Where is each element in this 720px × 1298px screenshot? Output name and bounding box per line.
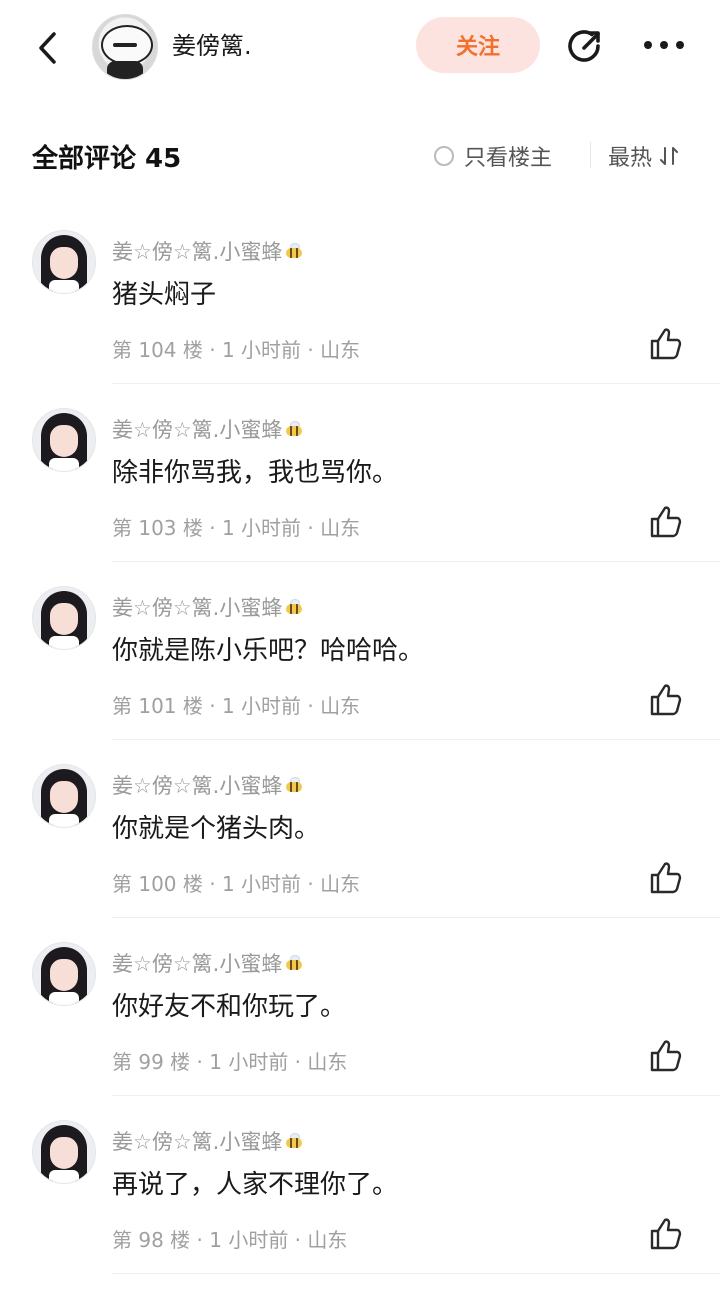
separator (112, 917, 720, 918)
more-dots-icon (644, 41, 684, 49)
commenter-avatar[interactable] (32, 1120, 96, 1184)
separator (112, 561, 720, 562)
bee-icon (284, 1133, 304, 1150)
username[interactable]: 姜傍篱. (172, 26, 252, 61)
comment-meta: 第 99 楼 · 1 小时前 · 山东 (112, 1050, 348, 1074)
bee-icon (284, 421, 304, 438)
comment-item: 姜☆傍☆篱.小蜜蜂 除非你骂我，我也骂你。 第 103 楼 · 1 小时前 · … (0, 408, 720, 586)
like-button[interactable] (648, 504, 684, 540)
thumbs-up-icon (650, 506, 682, 538)
top-bar: 姜傍篱. 关注 (0, 0, 720, 96)
comment-text: 你就是陈小乐吧？哈哈哈。 (112, 636, 425, 666)
avatar-face (50, 959, 78, 991)
comment-text: 你好友不和你玩了。 (112, 992, 347, 1022)
commenter-name: 姜☆傍☆篱.小蜜蜂 (112, 952, 283, 976)
bee-icon (284, 599, 304, 616)
share-button[interactable] (562, 24, 606, 68)
chevron-left-icon (39, 32, 56, 64)
avatar-face (50, 603, 78, 635)
commenter-name-row[interactable]: 姜☆傍☆篱.小蜜蜂 (112, 236, 304, 266)
sort-label: 最热 (608, 146, 653, 171)
bee-icon (284, 777, 304, 794)
commenter-name-row[interactable]: 姜☆傍☆篱.小蜜蜂 (112, 948, 304, 978)
comment-meta: 第 103 楼 · 1 小时前 · 山东 (112, 516, 361, 540)
separator (112, 383, 720, 384)
avatar-face (50, 425, 78, 457)
commenter-avatar[interactable] (32, 764, 96, 828)
avatar-shirt (49, 1170, 79, 1183)
comment-text: 猪头焖子 (112, 280, 217, 310)
comment-meta: 第 104 楼 · 1 小时前 · 山东 (112, 338, 361, 362)
commenter-name-row[interactable]: 姜☆傍☆篱.小蜜蜂 (112, 1126, 304, 1156)
avatar-shirt (49, 280, 79, 293)
bee-icon (284, 955, 304, 972)
comment-text: 再说了，人家不理你了。 (112, 1170, 399, 1200)
avatar-shirt (49, 814, 79, 827)
comment-meta: 第 101 楼 · 1 小时前 · 山东 (112, 694, 361, 718)
sort-icon (660, 147, 679, 165)
commenter-avatar[interactable] (32, 586, 96, 650)
divider (590, 142, 591, 168)
comments-header: 全部评论 45 只看楼主 最热 (0, 128, 720, 180)
comment-item: 姜☆傍☆篱.小蜜蜂 你就是陈小乐吧？哈哈哈。 第 101 楼 · 1 小时前 ·… (0, 586, 720, 764)
avatar-face (50, 781, 78, 813)
commenter-name: 姜☆傍☆篱.小蜜蜂 (112, 774, 283, 798)
thumbs-up-icon (650, 1040, 682, 1072)
back-button[interactable] (30, 28, 66, 68)
sort-button[interactable]: 最热 (608, 140, 679, 172)
thumbs-up-icon (650, 862, 682, 894)
commenter-name: 姜☆傍☆篱.小蜜蜂 (112, 240, 283, 264)
avatar-face (50, 247, 78, 279)
thumbs-up-icon (650, 1218, 682, 1250)
comment-item: 姜☆傍☆篱.小蜜蜂 再说了，人家不理你了。 第 98 楼 · 1 小时前 · 山… (0, 1120, 720, 1298)
like-button[interactable] (648, 1038, 684, 1074)
avatar-shirt (49, 636, 79, 649)
radio-icon (434, 146, 454, 166)
avatar-body (107, 61, 143, 79)
commenter-name-row[interactable]: 姜☆傍☆篱.小蜜蜂 (112, 770, 304, 800)
commenter-name-row[interactable]: 姜☆傍☆篱.小蜜蜂 (112, 592, 304, 622)
like-button[interactable] (648, 1216, 684, 1252)
like-button[interactable] (648, 326, 684, 362)
comment-text: 除非你骂我，我也骂你。 (112, 458, 399, 488)
commenter-avatar[interactable] (32, 942, 96, 1006)
separator (112, 1095, 720, 1096)
separator (112, 1273, 720, 1274)
share-icon (568, 30, 600, 62)
separator (112, 739, 720, 740)
comment-item: 姜☆傍☆篱.小蜜蜂 你就是个猪头肉。 第 100 楼 · 1 小时前 · 山东 (0, 764, 720, 942)
avatar-shirt (49, 992, 79, 1005)
commenter-name-row[interactable]: 姜☆傍☆篱.小蜜蜂 (112, 414, 304, 444)
commenter-name: 姜☆傍☆篱.小蜜蜂 (112, 1130, 283, 1154)
only-owner-label: 只看楼主 (464, 146, 553, 171)
more-button[interactable] (640, 30, 688, 60)
avatar-face (50, 1137, 78, 1169)
bee-icon (284, 243, 304, 260)
user-avatar[interactable] (92, 14, 158, 80)
commenter-name: 姜☆傍☆篱.小蜜蜂 (112, 418, 283, 442)
like-button[interactable] (648, 860, 684, 896)
comment-text: 你就是个猪头肉。 (112, 814, 321, 844)
follow-button[interactable]: 关注 (416, 17, 540, 73)
comment-meta: 第 100 楼 · 1 小时前 · 山东 (112, 872, 361, 896)
commenter-name: 姜☆傍☆篱.小蜜蜂 (112, 596, 283, 620)
thumbs-up-icon (650, 684, 682, 716)
comment-meta: 第 98 楼 · 1 小时前 · 山东 (112, 1228, 348, 1252)
comments-title: 全部评论 45 (32, 144, 182, 174)
only-owner-toggle[interactable]: 只看楼主 (434, 140, 552, 172)
thumbs-up-icon (650, 328, 682, 360)
avatar-shirt (49, 458, 79, 471)
like-button[interactable] (648, 682, 684, 718)
commenter-avatar[interactable] (32, 408, 96, 472)
comment-item: 姜☆傍☆篱.小蜜蜂 猪头焖子 第 104 楼 · 1 小时前 · 山东 (0, 230, 720, 408)
comment-item: 姜☆傍☆篱.小蜜蜂 你好友不和你玩了。 第 99 楼 · 1 小时前 · 山东 (0, 942, 720, 1120)
commenter-avatar[interactable] (32, 230, 96, 294)
avatar-mouth (113, 43, 137, 47)
